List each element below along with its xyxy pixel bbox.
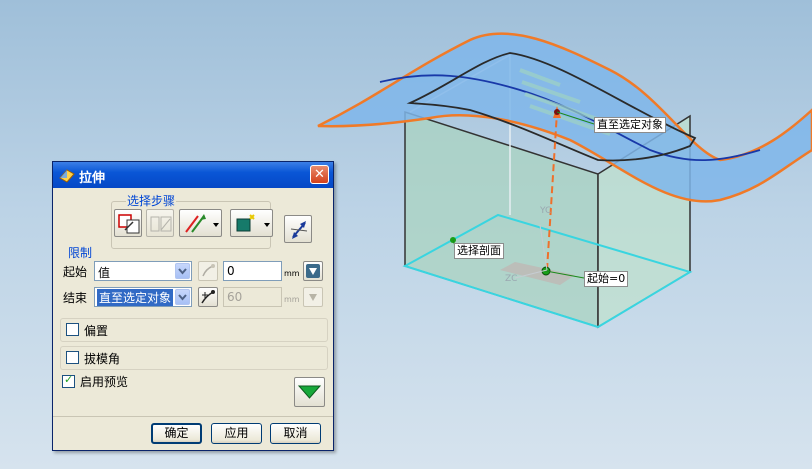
until-selected-label: 直至选定对象 <box>594 117 666 133</box>
triangle-down-icon <box>297 385 322 399</box>
yc-axis-label: YC <box>540 206 552 216</box>
select-section-step-button[interactable] <box>114 209 142 237</box>
boolean-operation-button[interactable] <box>230 209 273 237</box>
extrude-dialog: 拉伸 ✕ 选择步骤 限制 起始 值 0 mm 结束 直至选定对象 60 mm 偏… <box>52 161 334 451</box>
start-point-constructor-button[interactable] <box>198 261 218 281</box>
end-options-button <box>303 287 323 307</box>
ok-button[interactable]: 确定 <box>151 423 202 444</box>
vector-icon <box>185 214 219 233</box>
point-constructor-icon <box>202 264 215 277</box>
reverse-direction-button[interactable] <box>284 215 312 243</box>
limits-title: 限制 <box>67 244 94 261</box>
zc-axis-label: ZC <box>505 274 518 284</box>
start-zero-label: 起始=0 <box>584 271 629 287</box>
end-mode-value: 直至选定对象 <box>97 289 174 306</box>
dialog-title-bar[interactable]: 拉伸 ✕ <box>53 162 333 188</box>
start-options-button[interactable] <box>303 261 323 281</box>
draft-angle-label: 拔模角 <box>84 352 121 366</box>
start-mode-value: 值 <box>98 266 111 280</box>
arrow-down-icon <box>306 264 320 278</box>
enable-preview-label: 启用预览 <box>80 375 129 389</box>
boolean-icon <box>236 214 270 232</box>
end-unit: mm <box>284 295 300 304</box>
apply-button[interactable]: 应用 <box>211 423 262 444</box>
close-icon: ✕ <box>314 167 325 182</box>
extruded-box-front <box>404 110 599 329</box>
end-object-selector-button[interactable] <box>198 287 218 307</box>
enable-preview-checkbox[interactable]: ✓ <box>62 373 75 388</box>
direction-vector-button[interactable] <box>179 209 222 237</box>
select-section-label: 选择剖面 <box>454 243 504 259</box>
end-mode-select[interactable]: 直至选定对象 <box>94 287 192 307</box>
chevron-down-icon <box>175 263 190 279</box>
close-button[interactable]: ✕ <box>310 165 329 184</box>
target-body-icon <box>150 216 172 232</box>
point-constructor-icon <box>201 290 215 304</box>
check-icon: ✓ <box>64 373 74 386</box>
target-body-step-button[interactable] <box>146 209 174 237</box>
extrude-icon <box>59 169 75 183</box>
start-mode-select[interactable]: 值 <box>94 261 192 281</box>
dialog-title: 拉伸 <box>79 171 106 186</box>
start-distance-input[interactable]: 0 <box>223 261 282 281</box>
start-unit: mm <box>284 269 300 278</box>
end-label: 结束 <box>63 291 88 305</box>
selection-steps-title: 选择步骤 <box>126 192 177 209</box>
offset-label: 偏置 <box>84 324 109 338</box>
section-select-icon <box>118 214 140 234</box>
reverse-direction-icon <box>290 221 308 239</box>
cancel-button[interactable]: 取消 <box>270 423 321 444</box>
expand-options-button[interactable] <box>294 377 325 407</box>
offset-checkbox[interactable] <box>66 323 79 336</box>
end-distance-input: 60 <box>223 287 282 307</box>
arrow-down-icon <box>309 294 317 301</box>
draft-angle-checkbox[interactable] <box>66 351 79 364</box>
start-label: 起始 <box>63 265 88 279</box>
chevron-down-icon <box>175 289 190 305</box>
button-divider <box>53 416 333 417</box>
